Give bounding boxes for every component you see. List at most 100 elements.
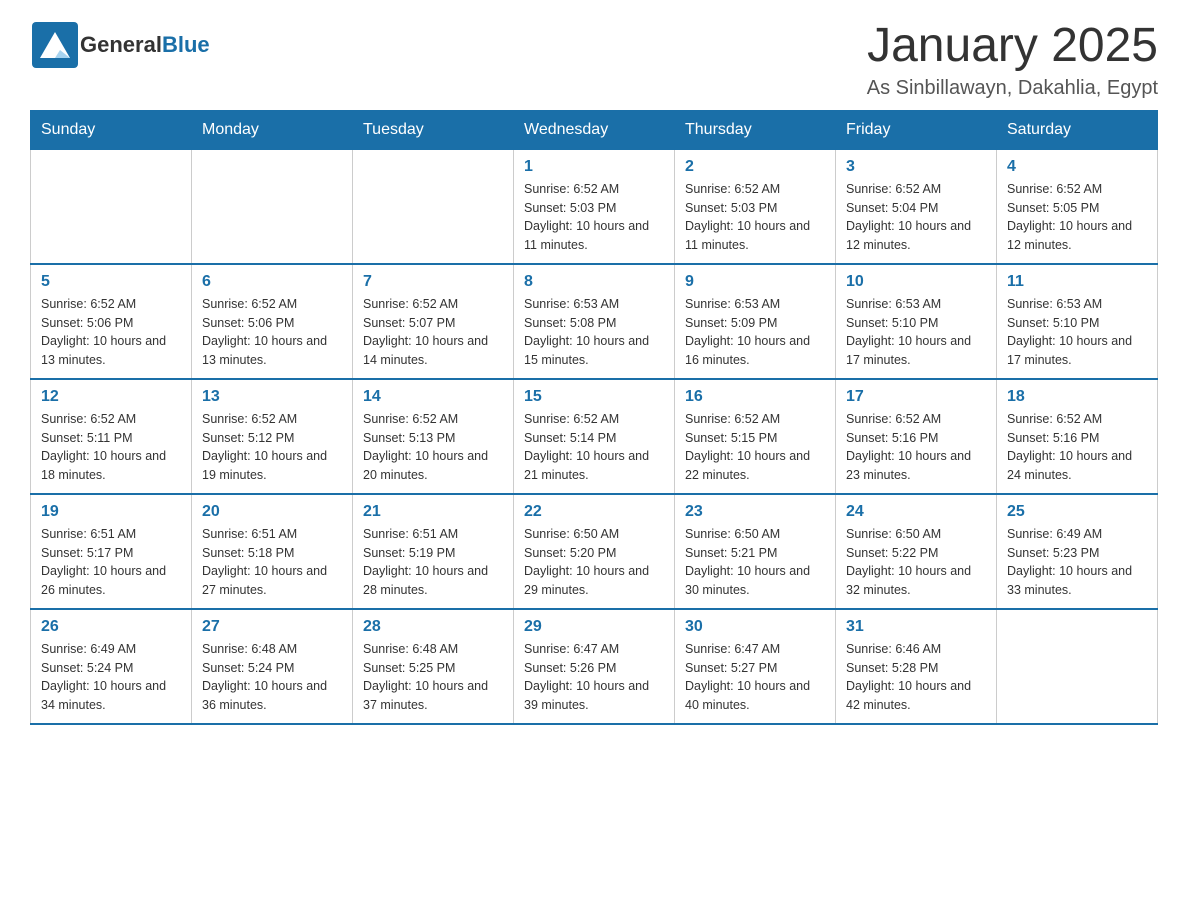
day-info: Sunrise: 6:53 AMSunset: 5:10 PMDaylight:… [1007, 295, 1147, 370]
day-info: Sunrise: 6:52 AMSunset: 5:03 PMDaylight:… [524, 180, 664, 255]
day-info: Sunrise: 6:50 AMSunset: 5:21 PMDaylight:… [685, 525, 825, 600]
calendar-cell: 5 Sunrise: 6:52 AMSunset: 5:06 PMDaylight… [31, 264, 192, 379]
calendar-cell: 3Sunrise: 6:52 AMSunset: 5:04 PMDaylight… [836, 149, 997, 264]
header-day-tuesday: Tuesday [353, 110, 514, 149]
day-info: Sunrise: 6:46 AMSunset: 5:28 PMDaylight:… [846, 640, 986, 715]
calendar-cell: 22 Sunrise: 6:50 AMSunset: 5:20 PMDayligh… [514, 494, 675, 609]
calendar-cell: 2Sunrise: 6:52 AMSunset: 5:03 PMDaylight… [675, 149, 836, 264]
day-number: 11 [1007, 273, 1147, 291]
day-number: 20 [202, 503, 342, 521]
calendar-cell: 6 Sunrise: 6:52 AMSunset: 5:06 PMDaylight… [192, 264, 353, 379]
calendar-cell: 24 Sunrise: 6:50 AMSunset: 5:22 PMDayligh… [836, 494, 997, 609]
calendar-cell: 19 Sunrise: 6:51 AMSunset: 5:17 PMDayligh… [31, 494, 192, 609]
week-row-3: 12 Sunrise: 6:52 AMSunset: 5:11 PMDayligh… [31, 379, 1158, 494]
calendar-cell: 30 Sunrise: 6:47 AMSunset: 5:27 PMDayligh… [675, 609, 836, 724]
day-number: 1 [524, 158, 664, 176]
day-info: Sunrise: 6:52 AMSunset: 5:05 PMDaylight:… [1007, 180, 1147, 255]
day-number: 8 [524, 273, 664, 291]
day-info: Sunrise: 6:53 AMSunset: 5:10 PMDaylight:… [846, 295, 986, 370]
day-info: Sunrise: 6:51 AMSunset: 5:19 PMDaylight:… [363, 525, 503, 600]
logo-blue-text: Blue [162, 32, 210, 57]
calendar-cell [353, 149, 514, 264]
week-row-4: 19 Sunrise: 6:51 AMSunset: 5:17 PMDayligh… [31, 494, 1158, 609]
calendar-cell: 16 Sunrise: 6:52 AMSunset: 5:15 PMDayligh… [675, 379, 836, 494]
day-number: 19 [41, 503, 181, 521]
header-day-sunday: Sunday [31, 110, 192, 149]
day-info: Sunrise: 6:53 AMSunset: 5:09 PMDaylight:… [685, 295, 825, 370]
day-info: Sunrise: 6:51 AMSunset: 5:17 PMDaylight:… [41, 525, 181, 600]
day-info: Sunrise: 6:52 AMSunset: 5:16 PMDaylight:… [1007, 410, 1147, 485]
day-info: Sunrise: 6:52 AMSunset: 5:14 PMDaylight:… [524, 410, 664, 485]
day-info: Sunrise: 6:52 AMSunset: 5:06 PMDaylight:… [41, 295, 181, 370]
day-number: 22 [524, 503, 664, 521]
day-info: Sunrise: 6:51 AMSunset: 5:18 PMDaylight:… [202, 525, 342, 600]
day-info: Sunrise: 6:52 AMSunset: 5:07 PMDaylight:… [363, 295, 503, 370]
day-info: Sunrise: 6:50 AMSunset: 5:20 PMDaylight:… [524, 525, 664, 600]
calendar-header: SundayMondayTuesdayWednesdayThursdayFrid… [31, 110, 1158, 149]
day-number: 13 [202, 388, 342, 406]
day-number: 16 [685, 388, 825, 406]
day-number: 17 [846, 388, 986, 406]
calendar-cell: 11 Sunrise: 6:53 AMSunset: 5:10 PMDayligh… [997, 264, 1158, 379]
calendar-cell: 10Sunrise: 6:53 AMSunset: 5:10 PMDayligh… [836, 264, 997, 379]
calendar-cell: 26 Sunrise: 6:49 AMSunset: 5:24 PMDayligh… [31, 609, 192, 724]
day-number: 15 [524, 388, 664, 406]
calendar-cell [192, 149, 353, 264]
header-row: SundayMondayTuesdayWednesdayThursdayFrid… [31, 110, 1158, 149]
day-number: 18 [1007, 388, 1147, 406]
header-day-monday: Monday [192, 110, 353, 149]
day-number: 5 [41, 273, 181, 291]
day-number: 29 [524, 618, 664, 636]
day-number: 12 [41, 388, 181, 406]
day-number: 23 [685, 503, 825, 521]
calendar-cell: 13 Sunrise: 6:52 AMSunset: 5:12 PMDayligh… [192, 379, 353, 494]
calendar-cell: 20 Sunrise: 6:51 AMSunset: 5:18 PMDayligh… [192, 494, 353, 609]
calendar-subtitle: As Sinbillawayn, Dakahlia, Egypt [867, 77, 1158, 100]
calendar-cell: 29 Sunrise: 6:47 AMSunset: 5:26 PMDayligh… [514, 609, 675, 724]
day-number: 2 [685, 158, 825, 176]
day-number: 30 [685, 618, 825, 636]
day-info: Sunrise: 6:48 AMSunset: 5:25 PMDaylight:… [363, 640, 503, 715]
day-number: 27 [202, 618, 342, 636]
day-info: Sunrise: 6:53 AMSunset: 5:08 PMDaylight:… [524, 295, 664, 370]
calendar-cell: 14 Sunrise: 6:52 AMSunset: 5:13 PMDayligh… [353, 379, 514, 494]
calendar-cell: 7Sunrise: 6:52 AMSunset: 5:07 PMDaylight… [353, 264, 514, 379]
calendar-cell: 15 Sunrise: 6:52 AMSunset: 5:14 PMDayligh… [514, 379, 675, 494]
day-number: 26 [41, 618, 181, 636]
day-number: 24 [846, 503, 986, 521]
day-info: Sunrise: 6:47 AMSunset: 5:26 PMDaylight:… [524, 640, 664, 715]
week-row-5: 26 Sunrise: 6:49 AMSunset: 5:24 PMDayligh… [31, 609, 1158, 724]
day-info: Sunrise: 6:47 AMSunset: 5:27 PMDaylight:… [685, 640, 825, 715]
day-info: Sunrise: 6:52 AMSunset: 5:06 PMDaylight:… [202, 295, 342, 370]
logo-general-text: General [80, 32, 162, 57]
day-number: 6 [202, 273, 342, 291]
calendar-cell: 28 Sunrise: 6:48 AMSunset: 5:25 PMDayligh… [353, 609, 514, 724]
calendar-cell [31, 149, 192, 264]
day-info: Sunrise: 6:52 AMSunset: 5:12 PMDaylight:… [202, 410, 342, 485]
day-number: 3 [846, 158, 986, 176]
day-number: 14 [363, 388, 503, 406]
calendar-cell [997, 609, 1158, 724]
calendar-cell: 1 Sunrise: 6:52 AMSunset: 5:03 PMDaylight… [514, 149, 675, 264]
header-day-wednesday: Wednesday [514, 110, 675, 149]
header-day-thursday: Thursday [675, 110, 836, 149]
day-info: Sunrise: 6:49 AMSunset: 5:23 PMDaylight:… [1007, 525, 1147, 600]
day-number: 21 [363, 503, 503, 521]
calendar-body: 1 Sunrise: 6:52 AMSunset: 5:03 PMDaylight… [31, 149, 1158, 724]
day-info: Sunrise: 6:52 AMSunset: 5:13 PMDaylight:… [363, 410, 503, 485]
day-info: Sunrise: 6:52 AMSunset: 5:16 PMDaylight:… [846, 410, 986, 485]
calendar-cell: 31Sunrise: 6:46 AMSunset: 5:28 PMDayligh… [836, 609, 997, 724]
calendar-cell: 23 Sunrise: 6:50 AMSunset: 5:21 PMDayligh… [675, 494, 836, 609]
day-info: Sunrise: 6:52 AMSunset: 5:11 PMDaylight:… [41, 410, 181, 485]
day-number: 28 [363, 618, 503, 636]
day-info: Sunrise: 6:50 AMSunset: 5:22 PMDaylight:… [846, 525, 986, 600]
day-number: 25 [1007, 503, 1147, 521]
day-info: Sunrise: 6:52 AMSunset: 5:15 PMDaylight:… [685, 410, 825, 485]
week-row-1: 1 Sunrise: 6:52 AMSunset: 5:03 PMDaylight… [31, 149, 1158, 264]
logo: GeneralBlue [30, 20, 210, 70]
calendar-cell: 12 Sunrise: 6:52 AMSunset: 5:11 PMDayligh… [31, 379, 192, 494]
day-info: Sunrise: 6:48 AMSunset: 5:24 PMDaylight:… [202, 640, 342, 715]
calendar-cell: 21 Sunrise: 6:51 AMSunset: 5:19 PMDayligh… [353, 494, 514, 609]
day-info: Sunrise: 6:49 AMSunset: 5:24 PMDaylight:… [41, 640, 181, 715]
calendar-cell: 25 Sunrise: 6:49 AMSunset: 5:23 PMDayligh… [997, 494, 1158, 609]
